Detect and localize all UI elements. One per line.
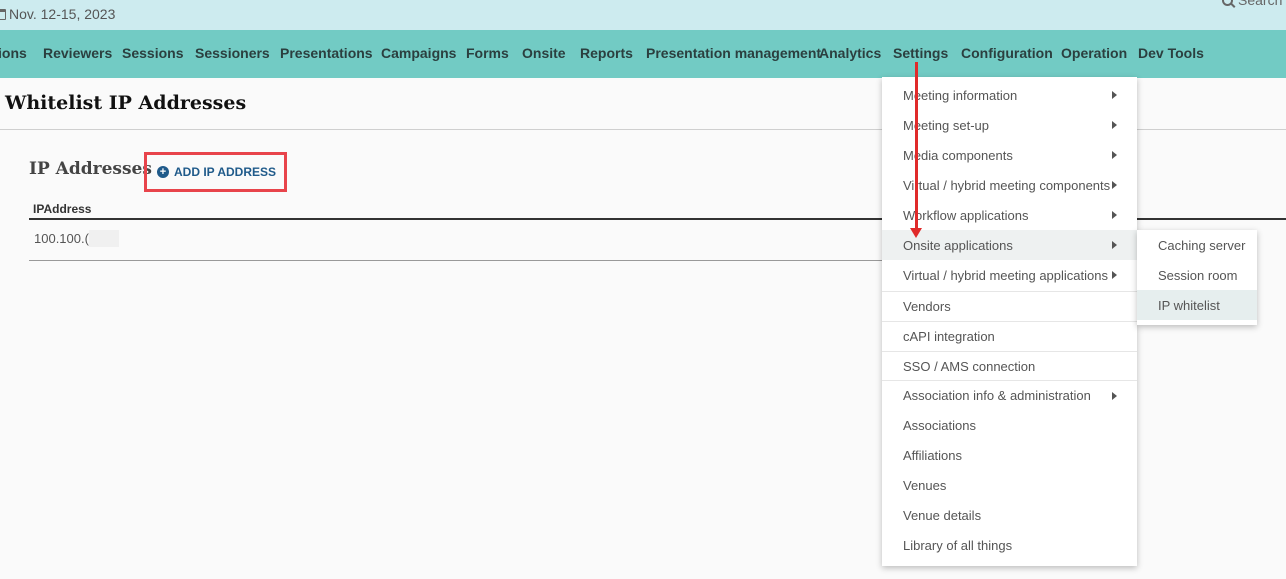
menu-item-label: Virtual / hybrid meeting components bbox=[903, 177, 1111, 193]
menu-item-label: Venues bbox=[903, 477, 947, 493]
nav-item-settings[interactable]: Settings bbox=[893, 45, 948, 61]
menu-item-sso-ams-connection[interactable]: SSO / AMS connection bbox=[882, 351, 1137, 381]
nav-item-analytics[interactable]: Analytics bbox=[819, 45, 881, 61]
menu-item-label: Onsite applications bbox=[903, 237, 1013, 253]
menu-item-label: Venue details bbox=[903, 507, 982, 523]
submenu-item-session-room[interactable]: Session room bbox=[1137, 260, 1257, 290]
caret-right-icon bbox=[1112, 181, 1117, 189]
calendar-icon bbox=[0, 8, 6, 20]
menu-item-label: SSO / AMS connection bbox=[903, 359, 1036, 374]
menu-item-association-info[interactable]: Association info & administration bbox=[882, 380, 1137, 410]
section-title: IP Addresses bbox=[29, 159, 152, 179]
menu-item-label: Association info & administration bbox=[903, 388, 1091, 403]
nav-item-reports[interactable]: Reports bbox=[580, 45, 633, 61]
annotation-arrow-line bbox=[915, 62, 918, 232]
caret-right-icon bbox=[1112, 121, 1117, 129]
top-bar: Nov. 12-15, 2023 Search bbox=[0, 0, 1286, 30]
menu-item-label: Vendors bbox=[903, 299, 951, 314]
menu-item-media-components[interactable]: Media components bbox=[882, 140, 1137, 170]
menu-item-affiliations[interactable]: Affiliations bbox=[882, 440, 1137, 470]
menu-item-label: Virtual / hybrid meeting applications bbox=[903, 267, 1108, 283]
menu-item-vendors[interactable]: Vendors bbox=[882, 291, 1137, 321]
nav-item-submissions[interactable]: ions bbox=[0, 45, 27, 61]
submenu-item-caching-server[interactable]: Caching server bbox=[1137, 230, 1257, 260]
menu-item-virtual-hybrid-applications[interactable]: Virtual / hybrid meeting applications bbox=[882, 260, 1137, 290]
menu-item-label: Associations bbox=[903, 417, 976, 433]
menu-item-label: Affiliations bbox=[903, 447, 963, 463]
search-label: Search bbox=[1238, 0, 1283, 8]
redacted-block bbox=[89, 230, 119, 247]
menu-item-label: cAPI integration bbox=[903, 329, 995, 344]
nav-item-campaigns[interactable]: Campaigns bbox=[381, 45, 456, 61]
menu-item-label: Meeting information bbox=[903, 87, 1018, 103]
menu-item-virtual-hybrid-components[interactable]: Virtual / hybrid meeting components bbox=[882, 170, 1137, 200]
onsite-applications-submenu: Caching server Session room IP whitelist bbox=[1137, 230, 1257, 325]
nav-item-configuration[interactable]: Configuration bbox=[961, 45, 1053, 61]
main-nav: ions Reviewers Sessions Sessioners Prese… bbox=[0, 30, 1286, 78]
submenu-item-ip-whitelist[interactable]: IP whitelist bbox=[1137, 290, 1257, 320]
submenu-item-label: IP whitelist bbox=[1158, 297, 1220, 313]
menu-item-meeting-information[interactable]: Meeting information bbox=[882, 80, 1137, 110]
ip-address-cell: 100.100.( bbox=[34, 231, 89, 246]
caret-right-icon bbox=[1112, 211, 1117, 219]
nav-item-operation[interactable]: Operation bbox=[1061, 45, 1127, 61]
caret-right-icon bbox=[1112, 91, 1117, 99]
menu-item-label: Library of all things bbox=[903, 537, 1013, 553]
nav-item-forms[interactable]: Forms bbox=[466, 45, 509, 61]
caret-right-icon bbox=[1112, 151, 1117, 159]
submenu-item-label: Caching server bbox=[1158, 237, 1246, 253]
nav-item-onsite[interactable]: Onsite bbox=[522, 45, 566, 61]
caret-right-icon bbox=[1112, 392, 1117, 400]
menu-item-label: Workflow applications bbox=[903, 207, 1029, 223]
nav-item-presentations[interactable]: Presentations bbox=[280, 45, 373, 61]
nav-item-sessions[interactable]: Sessions bbox=[122, 45, 183, 61]
event-dates: Nov. 12-15, 2023 bbox=[0, 6, 115, 22]
table-row[interactable]: 100.100.( bbox=[29, 220, 1029, 261]
nav-item-sessioners[interactable]: Sessioners bbox=[195, 45, 270, 61]
menu-item-meeting-set-up[interactable]: Meeting set-up bbox=[882, 110, 1137, 140]
menu-item-associations[interactable]: Associations bbox=[882, 410, 1137, 440]
menu-item-venue-details[interactable]: Venue details bbox=[882, 500, 1137, 530]
plus-circle-icon: + bbox=[157, 166, 169, 178]
nav-item-reviewers[interactable]: Reviewers bbox=[43, 45, 112, 61]
submenu-item-label: Session room bbox=[1158, 267, 1238, 283]
menu-item-workflow-applications[interactable]: Workflow applications bbox=[882, 200, 1137, 230]
page-title: Whitelist IP Addresses bbox=[5, 92, 247, 114]
menu-item-venues[interactable]: Venues bbox=[882, 470, 1137, 500]
event-date-text: Nov. 12-15, 2023 bbox=[9, 6, 116, 22]
nav-item-dev-tools[interactable]: Dev Tools bbox=[1138, 45, 1204, 61]
annotation-arrow-head bbox=[910, 228, 922, 238]
menu-item-label: Media components bbox=[903, 147, 1013, 163]
settings-dropdown-menu: Meeting information Meeting set-up Media… bbox=[882, 77, 1137, 566]
add-ip-address-button[interactable]: + ADD IP ADDRESS bbox=[144, 152, 287, 192]
caret-right-icon bbox=[1112, 241, 1117, 249]
menu-item-capi-integration[interactable]: cAPI integration bbox=[882, 321, 1137, 351]
search-icon bbox=[1222, 0, 1233, 6]
caret-right-icon bbox=[1112, 271, 1117, 279]
menu-item-library-of-all-things[interactable]: Library of all things bbox=[882, 530, 1137, 560]
nav-item-presentation-management[interactable]: Presentation management bbox=[646, 45, 821, 61]
search-link[interactable]: Search bbox=[1222, 0, 1282, 8]
add-ip-address-label: ADD IP ADDRESS bbox=[174, 165, 277, 179]
